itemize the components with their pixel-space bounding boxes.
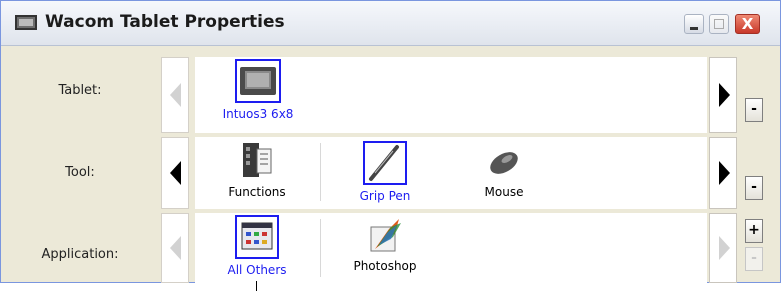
tool-item-label: Grip Pen bbox=[359, 189, 411, 203]
maximize-button[interactable] bbox=[709, 14, 729, 34]
application-item-all-others[interactable]: All Others bbox=[207, 215, 307, 277]
tool-scroll-right-button[interactable] bbox=[709, 137, 737, 209]
divider bbox=[320, 143, 321, 201]
application-item-photoshop[interactable]: Photoshop bbox=[335, 215, 435, 273]
title-bar[interactable]: Wacom Tablet Properties X bbox=[1, 1, 780, 46]
application-item-label: Photoshop bbox=[353, 259, 417, 273]
mouse-icon bbox=[484, 141, 524, 181]
tool-list: Functions Grip Pen Mouse bbox=[195, 137, 707, 209]
tablet-item-label: Intuos3 6x8 bbox=[222, 107, 294, 121]
divider bbox=[320, 219, 321, 277]
remove-application-button[interactable]: - bbox=[745, 247, 763, 271]
chevron-right-icon bbox=[719, 83, 730, 107]
tool-item-label: Functions bbox=[228, 185, 286, 199]
tool-label: Tool: bbox=[65, 165, 95, 180]
tool-item-functions[interactable]: Functions bbox=[207, 141, 307, 199]
chevron-left-icon bbox=[170, 236, 181, 260]
functions-icon bbox=[237, 141, 277, 181]
application-item-label: All Others bbox=[227, 263, 287, 277]
tablet-list: Intuos3 6x8 bbox=[195, 57, 707, 133]
tool-item-mouse[interactable]: Mouse bbox=[454, 141, 554, 199]
remove-tool-button[interactable]: - bbox=[745, 176, 763, 200]
tablet-item-intuos3[interactable]: Intuos3 6x8 bbox=[208, 59, 308, 121]
tablet-scroll-right-button[interactable] bbox=[709, 57, 737, 133]
remove-tablet-button[interactable]: - bbox=[745, 98, 763, 122]
tool-item-label: Mouse bbox=[484, 185, 524, 199]
tablet-scroll-left-button[interactable] bbox=[161, 57, 189, 133]
wacom-properties-window: Wacom Tablet Properties X Tablet: Intuos… bbox=[0, 0, 781, 283]
minimize-button[interactable] bbox=[684, 14, 704, 34]
chevron-left-icon bbox=[170, 161, 181, 185]
chevron-right-icon bbox=[719, 161, 730, 185]
application-scroll-right-button[interactable] bbox=[709, 213, 737, 283]
app-window-icon bbox=[15, 15, 37, 30]
add-application-button[interactable]: + bbox=[745, 219, 763, 243]
all-others-icon bbox=[235, 215, 279, 259]
window-title: Wacom Tablet Properties bbox=[45, 12, 285, 32]
photoshop-icon bbox=[365, 215, 405, 255]
chevron-right-icon bbox=[719, 236, 730, 260]
application-scroll-left-button[interactable] bbox=[161, 213, 189, 283]
tool-scroll-left-button[interactable] bbox=[161, 137, 189, 209]
close-button[interactable]: X bbox=[735, 14, 760, 34]
tablet-icon bbox=[235, 59, 281, 103]
application-list: All Others Photoshop bbox=[195, 213, 707, 283]
tool-item-grip-pen[interactable]: Grip Pen bbox=[335, 141, 435, 203]
chevron-left-icon bbox=[170, 83, 181, 107]
application-label: Application: bbox=[41, 247, 119, 262]
pen-icon bbox=[363, 141, 407, 185]
tablet-label: Tablet: bbox=[58, 83, 102, 98]
callout-line bbox=[256, 281, 257, 291]
